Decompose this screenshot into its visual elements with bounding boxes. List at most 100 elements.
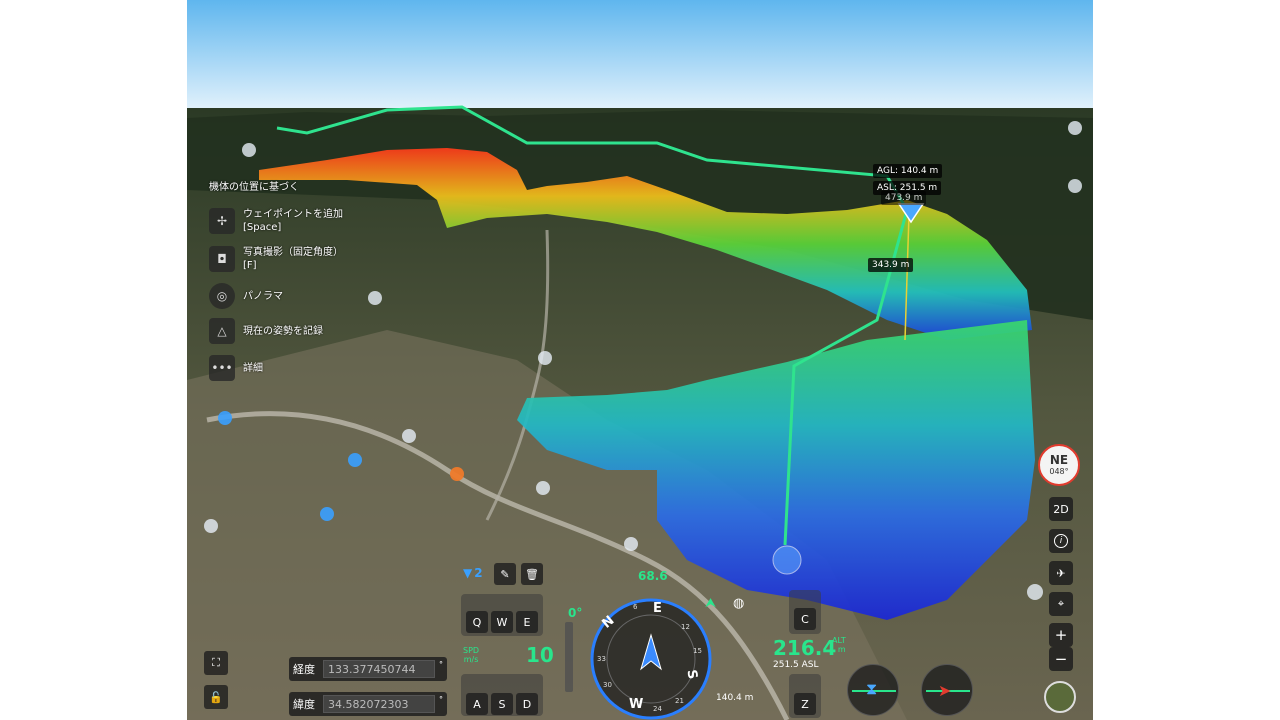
waypoint-count-indicator[interactable]: ▼ 2 <box>463 566 483 580</box>
agl-label: AGL: 140.4 m <box>873 164 943 178</box>
map-compass-button[interactable]: NE 048° <box>1038 444 1080 486</box>
2d-mode-button[interactable]: 2D <box>1049 497 1073 521</box>
altitude-value: 216.4 <box>773 636 837 660</box>
speed-unit-line2: m/s <box>463 655 479 664</box>
poi-marker[interactable] <box>538 351 552 365</box>
menu-item-label: 詳細 <box>243 362 263 374</box>
left-menu-header: 機体の位置に基づく <box>209 182 299 193</box>
my-location-button[interactable]: ⌖ <box>1049 592 1073 616</box>
longitude-input[interactable] <box>323 660 435 678</box>
compass-tick: 33 <box>597 655 606 663</box>
menu-item-label: パノラマ <box>243 290 283 302</box>
distance-value: 140.4 m <box>716 693 754 703</box>
menu-item-label: 現在の姿勢を記録 <box>243 325 323 337</box>
key-q[interactable]: Q <box>466 611 488 633</box>
heading-value: 68.6 <box>638 569 668 583</box>
home-point[interactable] <box>772 545 802 575</box>
menu-item-shortcut: [Space] <box>243 222 282 233</box>
map-viewport[interactable]: AGL: 140.4 m ASL: 251.5 m 473.9 m 343.9 … <box>187 0 1093 720</box>
map-compass-dir: NE <box>1049 453 1069 467</box>
lock-button[interactable]: 🔓 <box>204 685 228 709</box>
sky <box>187 0 1093 120</box>
longitude-row: 経度 ° <box>289 657 447 681</box>
globe-icon[interactable]: ◍ <box>733 596 744 611</box>
menu-panorama[interactable]: ◎ パノラマ <box>209 283 283 309</box>
more-icon: ••• <box>209 355 235 381</box>
menu-record-pose[interactable]: △ 現在の姿勢を記録 <box>209 318 323 344</box>
attitude-indicator-roll: ➤ <box>921 664 973 716</box>
poi-marker[interactable] <box>242 143 256 157</box>
poi-marker[interactable] <box>204 519 218 533</box>
key-s[interactable]: S <box>491 693 513 715</box>
fullscreen-button[interactable]: ⛶ <box>204 651 228 675</box>
compass-e: E <box>653 601 662 616</box>
menu-take-photo[interactable]: ◘ 写真撮影（固定角度） [F] <box>209 246 343 272</box>
menu-item-label: 写真撮影（固定角度） <box>243 247 343 258</box>
menu-more[interactable]: ••• 詳細 <box>209 355 263 381</box>
compass-tick: 30 <box>603 681 612 689</box>
compass: N E S W 6 12 15 21 24 30 33 <box>589 597 713 720</box>
compass-tick: 21 <box>675 697 684 705</box>
poi-marker[interactable] <box>402 429 416 443</box>
waypoint-count: 2 <box>474 566 483 580</box>
map-layer-button[interactable] <box>1044 681 1076 713</box>
zoom-out-button[interactable]: − <box>1049 647 1073 671</box>
poi-marker[interactable] <box>1027 584 1043 600</box>
info-icon: i <box>1054 534 1068 548</box>
fullscreen-icon: ⛶ <box>212 656 220 669</box>
poi-marker[interactable] <box>1068 121 1082 135</box>
attitude-indicator-pitch: ⧗ <box>847 664 899 716</box>
info-button[interactable]: i <box>1049 529 1073 553</box>
track-icon[interactable]: ⮝ <box>705 596 716 611</box>
pencil-icon: ✎ <box>500 567 510 581</box>
altitude-unit: ALT m <box>832 636 846 654</box>
delete-button[interactable]: 🗑 <box>521 563 543 585</box>
compass-tick: 6 <box>633 603 638 611</box>
latitude-input[interactable] <box>323 695 435 713</box>
menu-add-waypoint[interactable]: ✢ ウェイポイントを追加 [Space] <box>209 208 343 234</box>
compass-tick: 15 <box>693 647 702 655</box>
poi-marker[interactable] <box>348 453 362 467</box>
latitude-unit: ° <box>439 695 443 704</box>
poi-marker[interactable] <box>450 467 464 481</box>
speed-value: 10 <box>526 643 554 667</box>
poi-marker[interactable] <box>624 537 638 551</box>
altitude-unit-line1: ALT <box>832 636 846 645</box>
latitude-row: 緯度 ° <box>289 692 447 716</box>
poi-marker[interactable] <box>536 481 550 495</box>
compass-tick: 12 <box>681 623 690 631</box>
altitude-unit-line2: m <box>837 645 846 654</box>
asl-value: 251.5 ASL <box>773 660 819 670</box>
key-c[interactable]: C <box>794 608 816 630</box>
menu-item-shortcut: [F] <box>243 260 257 271</box>
lock-icon: 🔓 <box>209 690 223 704</box>
aircraft-locate-button[interactable]: ✈ <box>1049 561 1073 585</box>
edit-button[interactable]: ✎ <box>494 563 516 585</box>
compass-tick: 24 <box>653 705 662 713</box>
key-a[interactable]: A <box>466 693 488 715</box>
camera-icon: ◘ <box>209 246 235 272</box>
map-compass-deg: 048° <box>1049 467 1069 476</box>
poi-marker[interactable] <box>320 507 334 521</box>
key-w[interactable]: W <box>491 611 513 633</box>
crosshair-icon: ⌖ <box>1057 597 1065 610</box>
segment-distance-label: 343.9 m <box>868 258 914 272</box>
poi-marker[interactable] <box>1068 179 1082 193</box>
roll-aircraft-icon: ➤ <box>938 681 952 700</box>
compass-w: W <box>629 697 644 712</box>
record-pose-icon: △ <box>209 318 235 344</box>
poi-marker[interactable] <box>368 291 382 305</box>
airplane-icon: ✈ <box>1056 566 1066 580</box>
panorama-icon: ◎ <box>209 283 235 309</box>
key-z[interactable]: Z <box>794 693 816 715</box>
zoom-in-button[interactable]: + <box>1049 623 1073 647</box>
longitude-unit: ° <box>439 660 443 669</box>
menu-item-label: ウェイポイントを追加 <box>243 209 343 220</box>
key-d[interactable]: D <box>516 693 538 715</box>
trash-icon: 🗑 <box>525 567 539 581</box>
gimbal-pitch-gauge <box>565 622 573 692</box>
pitch-aircraft-icon: ⧗ <box>866 679 878 698</box>
poi-marker[interactable] <box>218 411 232 425</box>
gimbal-pitch-value: 0° <box>568 606 583 620</box>
key-e[interactable]: E <box>516 611 538 633</box>
